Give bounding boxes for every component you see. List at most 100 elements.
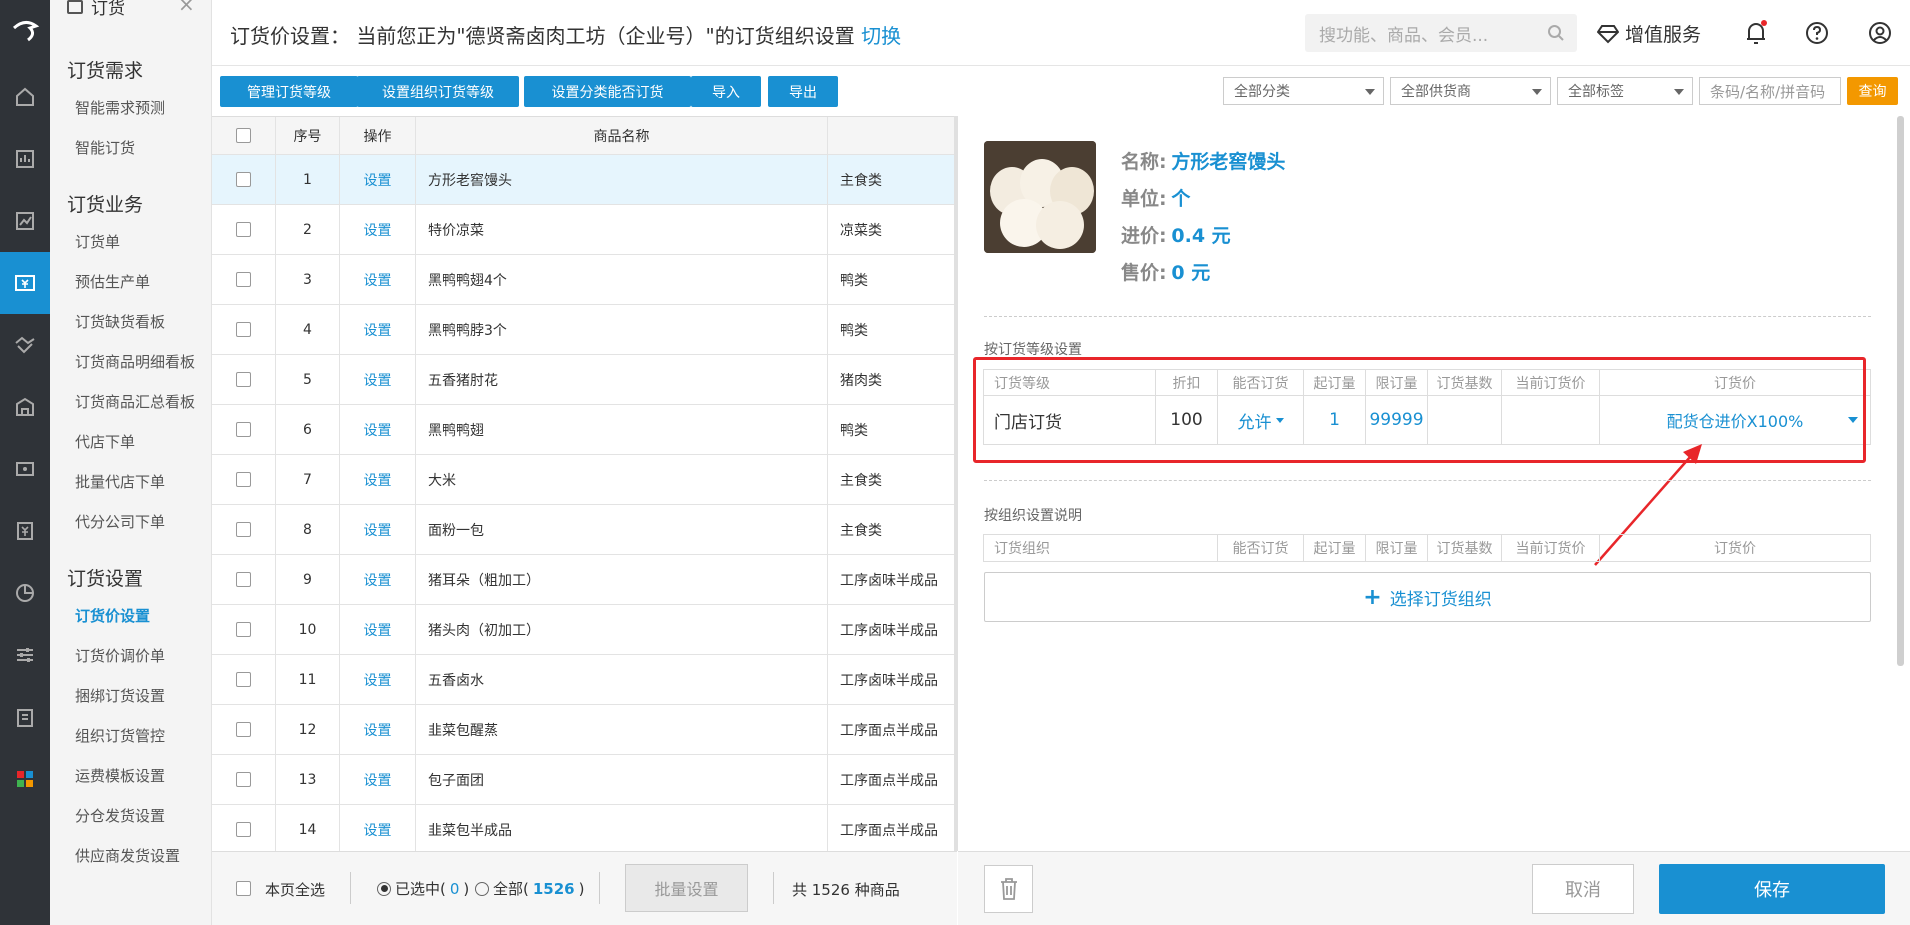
row-set-link[interactable]: 设置 <box>340 505 416 554</box>
vip-service[interactable]: 增值服务 <box>1597 20 1701 47</box>
handshake-icon[interactable] <box>0 314 50 376</box>
nav-item[interactable]: 订货商品明细看板 <box>75 351 195 372</box>
row-set-link[interactable]: 设置 <box>340 755 416 804</box>
nav-item[interactable]: 智能需求预测 <box>75 97 165 118</box>
row-checkbox[interactable] <box>236 772 251 787</box>
row-checkbox[interactable] <box>236 222 251 237</box>
row-checkbox[interactable] <box>236 572 251 587</box>
device-icon[interactable] <box>0 438 50 500</box>
row-checkbox[interactable] <box>236 172 251 187</box>
pie-icon[interactable] <box>0 562 50 624</box>
manage-level-button[interactable]: 管理订货等级 <box>220 76 358 107</box>
nav-item[interactable]: 分仓发货设置 <box>75 805 165 826</box>
org-level-button[interactable]: 设置组织订货等级 <box>357 76 519 107</box>
apps-icon[interactable] <box>0 748 50 810</box>
tag-select[interactable]: 全部标签 <box>1557 77 1693 105</box>
row-set-link[interactable]: 设置 <box>340 605 416 654</box>
table-row[interactable]: 9 设置 猪耳朵（粗加工） 工序卤味半成品 <box>212 555 957 605</box>
page-select-checkbox[interactable] <box>236 881 251 896</box>
row-set-link[interactable]: 设置 <box>340 155 416 204</box>
order-icon[interactable] <box>0 252 50 314</box>
import-button[interactable]: 导入 <box>691 76 761 107</box>
chart-icon[interactable] <box>0 190 50 252</box>
switch-link[interactable]: 切换 <box>861 24 901 48</box>
category-select[interactable]: 全部分类 <box>1223 77 1384 105</box>
export-button[interactable]: 导出 <box>768 76 838 107</box>
select-all-checkbox[interactable] <box>236 128 251 143</box>
global-search-input[interactable]: 搜功能、商品、会员... <box>1305 14 1577 52</box>
table-row[interactable]: 10 设置 猪头肉（初加工） 工序卤味半成品 <box>212 605 957 655</box>
selected-radio[interactable]: 已选中(0) <box>377 878 469 899</box>
nav-item[interactable]: 批量代店下单 <box>75 471 165 492</box>
batch-set-button[interactable]: 批量设置 <box>625 864 748 912</box>
user-icon[interactable] <box>1868 21 1892 49</box>
row-set-link[interactable]: 设置 <box>340 205 416 254</box>
nav-item[interactable]: 代分公司下单 <box>75 511 165 532</box>
row-checkbox[interactable] <box>236 722 251 737</box>
scrollbar[interactable] <box>1897 116 1904 666</box>
row-checkbox[interactable] <box>236 422 251 437</box>
nav-item[interactable]: 订货单 <box>75 231 120 252</box>
home-icon[interactable] <box>0 66 50 128</box>
table-row[interactable]: 5 设置 五香猪肘花 猪肉类 <box>212 355 957 405</box>
finance-icon[interactable] <box>0 500 50 562</box>
table-row[interactable]: 2 设置 特价凉菜 凉菜类 <box>212 205 957 255</box>
nav-item-active[interactable]: 订货价设置 <box>75 605 150 626</box>
report-icon[interactable] <box>0 128 50 190</box>
row-set-link[interactable]: 设置 <box>340 805 416 851</box>
close-icon[interactable]: × <box>178 0 195 16</box>
nav-item[interactable]: 运费模板设置 <box>75 765 165 786</box>
row-checkbox[interactable] <box>236 622 251 637</box>
nav-item[interactable]: 智能订货 <box>75 137 135 158</box>
row-checkbox[interactable] <box>236 672 251 687</box>
help-icon[interactable] <box>1805 21 1829 49</box>
store-icon[interactable] <box>0 376 50 438</box>
table-row[interactable]: 11 设置 五香卤水 工序卤味半成品 <box>212 655 957 705</box>
search-icon[interactable] <box>1547 24 1565 42</box>
row-set-link[interactable]: 设置 <box>340 305 416 354</box>
delete-button[interactable] <box>984 865 1033 913</box>
supplier-select[interactable]: 全部供货商 <box>1390 77 1551 105</box>
row-checkbox[interactable] <box>236 272 251 287</box>
choose-org-button[interactable]: + 选择订货组织 <box>984 572 1871 622</box>
all-radio[interactable]: 全部(1526) <box>475 878 584 899</box>
row-set-link[interactable]: 设置 <box>340 655 416 704</box>
category-order-button[interactable]: 设置分类能否订货 <box>524 76 691 107</box>
row-checkbox[interactable] <box>236 372 251 387</box>
nav-item[interactable]: 组织订货管控 <box>75 725 165 746</box>
table-row[interactable]: 6 设置 黑鸭鸭翅 鸭类 <box>212 405 957 455</box>
nav-item[interactable]: 代店下单 <box>75 431 135 452</box>
table-row[interactable]: 8 设置 面粉一包 主食类 <box>212 505 957 555</box>
nav-item[interactable]: 捆绑订货设置 <box>75 685 165 706</box>
keyword-input[interactable]: 条码/名称/拼音码 <box>1699 77 1841 105</box>
nav-item[interactable]: 订货商品汇总看板 <box>75 391 195 412</box>
settings-sliders-icon[interactable] <box>0 624 50 686</box>
save-button[interactable]: 保存 <box>1659 864 1885 914</box>
cancel-button[interactable]: 取消 <box>1532 864 1634 914</box>
row-checkbox[interactable] <box>236 822 251 837</box>
row-set-link[interactable]: 设置 <box>340 455 416 504</box>
nav-item[interactable]: 订货缺货看板 <box>75 311 165 332</box>
nav-item[interactable]: 供应商发货设置 <box>75 845 180 866</box>
logo-icon[interactable] <box>0 0 50 62</box>
query-button[interactable]: 查询 <box>1847 77 1898 105</box>
table-row[interactable]: 13 设置 包子面团 工序面点半成品 <box>212 755 957 805</box>
row-checkbox[interactable] <box>236 472 251 487</box>
table-row[interactable]: 14 设置 韭菜包半成品 工序面点半成品 <box>212 805 957 851</box>
row-set-link[interactable]: 设置 <box>340 705 416 754</box>
row-set-link[interactable]: 设置 <box>340 355 416 404</box>
table-row[interactable]: 4 设置 黑鸭鸭脖3个 鸭类 <box>212 305 957 355</box>
table-row[interactable]: 7 设置 大米 主食类 <box>212 455 957 505</box>
table-row[interactable]: 3 设置 黑鸭鸭翅4个 鸭类 <box>212 255 957 305</box>
table-row[interactable]: 12 设置 韭菜包醒蒸 工序面点半成品 <box>212 705 957 755</box>
table-row[interactable]: 1 设置 方形老窖馒头 主食类 <box>212 155 957 205</box>
nav-item[interactable]: 预估生产单 <box>75 271 150 292</box>
row-set-link[interactable]: 设置 <box>340 405 416 454</box>
bell-icon[interactable] <box>1744 20 1768 50</box>
row-set-link[interactable]: 设置 <box>340 555 416 604</box>
row-set-link[interactable]: 设置 <box>340 255 416 304</box>
clipboard-icon[interactable] <box>0 686 50 748</box>
row-checkbox[interactable] <box>236 322 251 337</box>
nav-item[interactable]: 订货价调价单 <box>75 645 165 666</box>
row-checkbox[interactable] <box>236 522 251 537</box>
